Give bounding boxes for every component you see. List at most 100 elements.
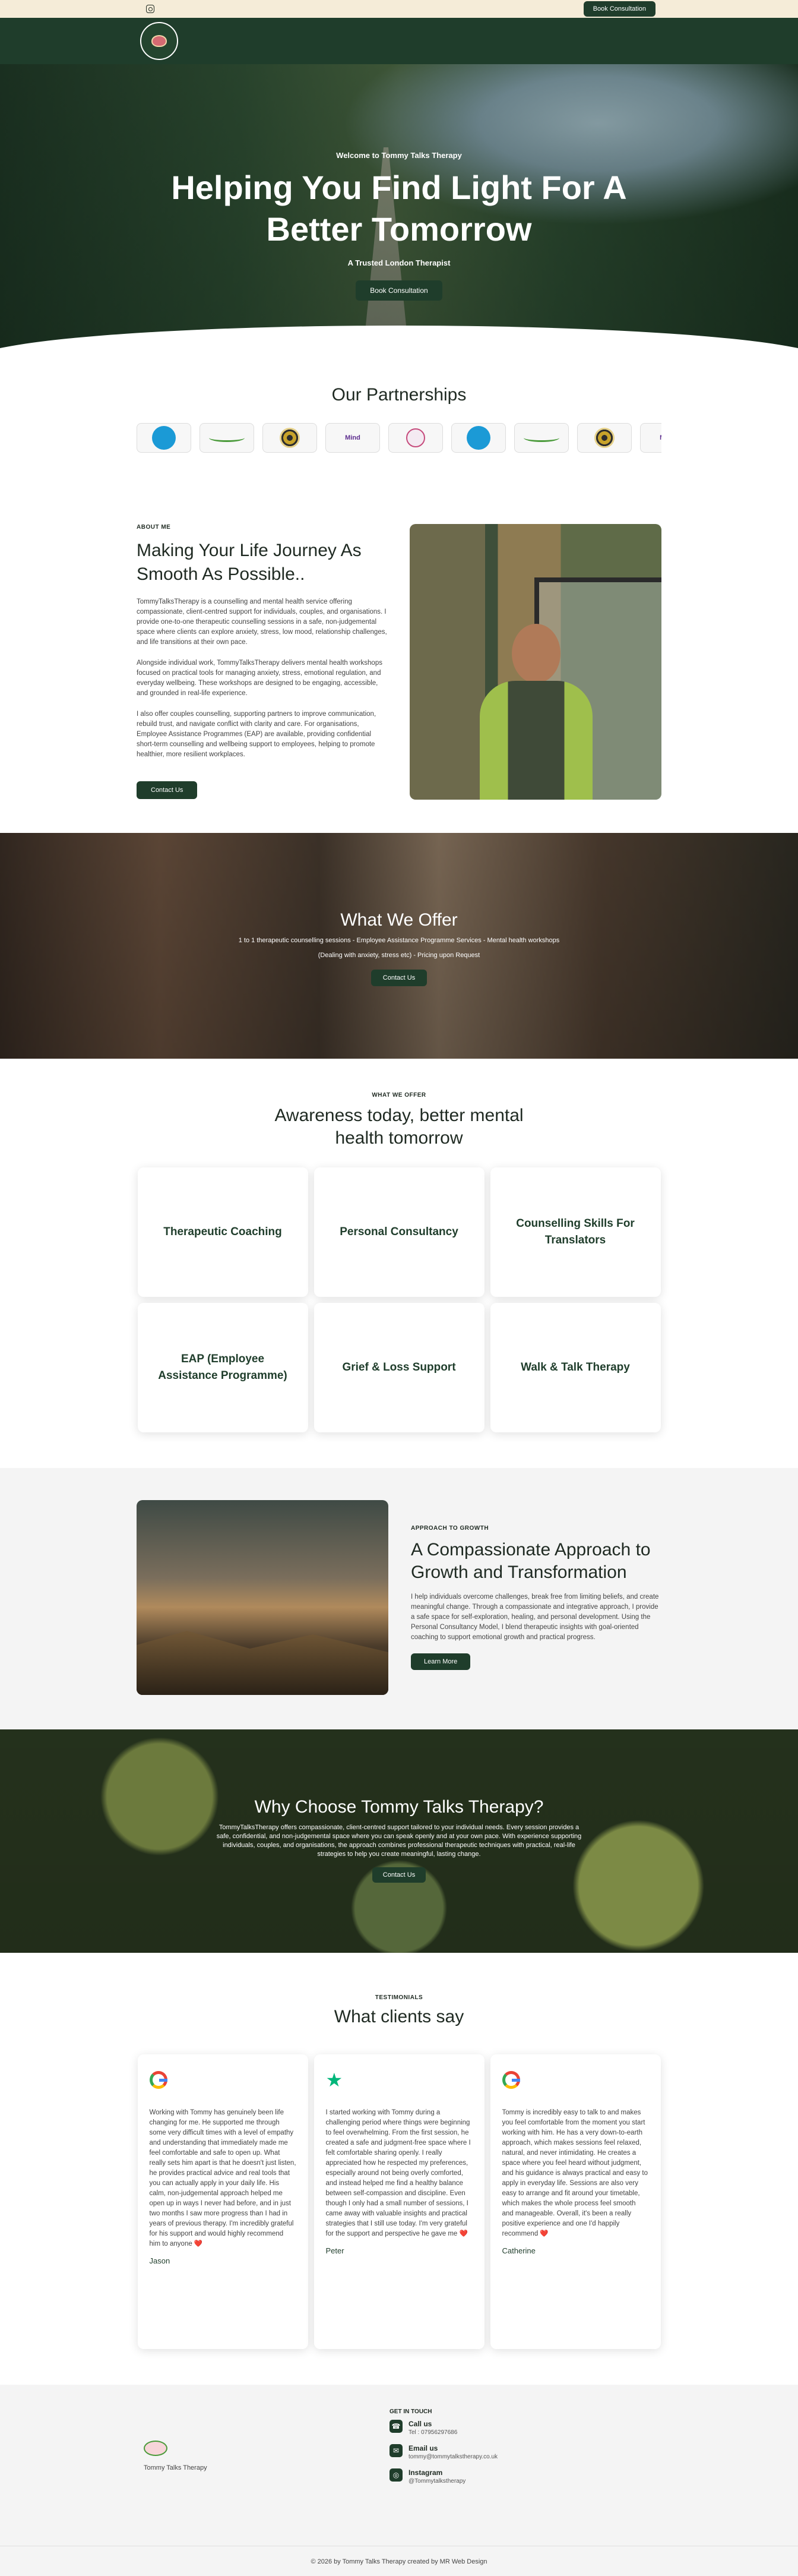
about-paragraph: Alongside individual work, TommyTalksThe… xyxy=(137,659,382,697)
testimonial-card: ★ I started working with Tommy during a … xyxy=(314,2054,484,2349)
footer-contact: GET IN TOUCH ☎ Call us Tel : 07956297686 … xyxy=(390,2408,498,2493)
service-card[interactable]: Therapeutic Coaching xyxy=(137,1167,308,1297)
therapist-head-image xyxy=(512,624,560,683)
hero-wave-divider xyxy=(0,326,798,361)
brain-logo-icon xyxy=(144,2441,167,2456)
partner-logo xyxy=(137,423,191,453)
testimonials-eyebrow: TESTIMONIALS xyxy=(375,1994,423,2001)
target-logo-icon xyxy=(594,428,615,448)
testimonial-text: I started working with Tommy during a ch… xyxy=(325,2109,471,2237)
contact-value: @Tommytalkstherapy xyxy=(408,2478,466,2485)
partner-logo-carousel: Mind Mind xyxy=(137,423,661,453)
site-logo[interactable] xyxy=(140,22,178,60)
footer-brand-name: Tommy Talks Therapy xyxy=(144,2464,207,2471)
about-title: Making Your Life Journey As Smooth As Po… xyxy=(137,541,362,584)
testimonial-card: Tommy is incredibly easy to talk to and … xyxy=(490,2054,661,2349)
google-icon xyxy=(149,2071,167,2089)
partner-logo xyxy=(514,423,569,453)
service-card[interactable]: Counselling Skills For Translators xyxy=(490,1167,661,1297)
offer-title: What We Offer xyxy=(340,910,458,930)
approach-title: A Compassionate Approach to Growth and T… xyxy=(411,1540,651,1582)
partner-logo xyxy=(451,423,506,453)
about-eyebrow: ABOUT ME xyxy=(137,524,171,531)
about-paragraph: I also offer couples counselling, suppor… xyxy=(137,711,376,758)
learn-more-button[interactable]: Learn More xyxy=(411,1653,471,1670)
partnerships-title: Our Partnerships xyxy=(331,385,467,405)
hero-title: Helping You Find Light For A Better Tomo… xyxy=(171,169,627,248)
contact-call[interactable]: ☎ Call us Tel : 07956297686 xyxy=(390,2420,498,2436)
partner-logo xyxy=(262,423,317,453)
book-consultation-button[interactable]: Book Consultation xyxy=(583,1,656,17)
ribbon-logo-icon xyxy=(209,434,245,442)
contact-instagram[interactable]: ◎ Instagram @Tommytalkstherapy xyxy=(390,2468,498,2485)
service-card[interactable]: EAP (Employee Assistance Programme) xyxy=(137,1303,308,1432)
testimonials-grid: Working with Tommy has genuinely been li… xyxy=(0,2054,798,2349)
testimonial-card: Working with Tommy has genuinely been li… xyxy=(137,2054,308,2349)
services-section: WHAT WE OFFER Awareness today, better me… xyxy=(0,1059,798,1468)
approach-body: I help individuals overcome challenges, … xyxy=(411,1593,659,1641)
testimonial-author: Jason xyxy=(149,2256,170,2265)
partner-logo xyxy=(200,423,254,453)
testimonials-section: TESTIMONIALS What clients say Working wi… xyxy=(0,1953,798,2385)
footer-brand: Tommy Talks Therapy xyxy=(144,2441,207,2471)
service-card[interactable]: Walk & Talk Therapy xyxy=(490,1303,661,1432)
hero-pre-title: Welcome to Tommy Talks Therapy xyxy=(336,151,462,160)
main-nav xyxy=(0,18,798,64)
hero-book-button[interactable]: Book Consultation xyxy=(356,280,442,301)
offer-line: (Dealing with anxiety, stress etc) - Pri… xyxy=(318,952,480,959)
about-paragraph: TommyTalksTherapy is a counselling and m… xyxy=(137,598,387,646)
testimonials-title: What clients say xyxy=(334,2007,464,2026)
why-body: TommyTalksTherapy offers compassionate, … xyxy=(216,1824,582,1858)
google-icon xyxy=(502,2071,520,2089)
why-choose-banner: Why Choose Tommy Talks Therapy? TommyTal… xyxy=(0,1729,798,1953)
therapist-photo xyxy=(410,524,661,800)
contact-label: Email us xyxy=(408,2444,438,2452)
what-we-offer-banner: What We Offer 1 to 1 therapeutic counsel… xyxy=(0,833,798,1059)
contact-label: Instagram xyxy=(408,2468,443,2477)
top-bar: Book Consultation xyxy=(0,0,798,18)
footer: Tommy Talks Therapy GET IN TOUCH ☎ Call … xyxy=(0,2385,798,2576)
sunset-field-photo xyxy=(137,1500,388,1695)
partner-logo-mind: Mind xyxy=(325,423,380,453)
approach-section: APPROACH TO GROWTH A Compassionate Appro… xyxy=(0,1468,798,1729)
contact-email[interactable]: ✉ Email us tommy@tommytalkstherapy.co.uk xyxy=(390,2444,498,2460)
service-card[interactable]: Personal Consultancy xyxy=(314,1167,484,1297)
target-logo-icon xyxy=(280,428,300,448)
services-title: Awareness today, better mental health to… xyxy=(274,1106,524,1148)
ribbon-logo-icon xyxy=(524,434,559,442)
services-grid: Therapeutic Coaching Personal Consultanc… xyxy=(0,1167,798,1432)
testimonial-author: Catherine xyxy=(502,2246,536,2255)
instagram-icon[interactable] xyxy=(146,5,154,13)
partner-logo xyxy=(577,423,632,453)
offer-contact-button[interactable]: Contact Us xyxy=(370,970,428,986)
brain-logo-icon xyxy=(151,35,167,47)
why-title: Why Choose Tommy Talks Therapy? xyxy=(254,1797,544,1817)
approach-eyebrow: APPROACH TO GROWTH xyxy=(411,1525,489,1532)
copyright: © 2026 by Tommy Talks Therapy created by… xyxy=(311,2558,487,2565)
trustpilot-star-icon: ★ xyxy=(325,2069,343,2091)
crest-logo-icon xyxy=(406,428,425,447)
hero: Welcome to Tommy Talks Therapy Helping Y… xyxy=(0,64,798,361)
contact-label: Call us xyxy=(408,2420,432,2428)
service-card[interactable]: Grief & Loss Support xyxy=(314,1303,484,1432)
about-contact-button[interactable]: Contact Us xyxy=(137,781,198,799)
email-icon: ✉ xyxy=(390,2444,403,2457)
testimonial-text: Working with Tommy has genuinely been li… xyxy=(149,2109,296,2247)
services-eyebrow: WHAT WE OFFER xyxy=(372,1092,426,1098)
why-contact-button[interactable]: Contact Us xyxy=(372,1867,426,1883)
nhs-talking-therapies-logo-icon xyxy=(467,426,490,450)
hero-subtitle: A Trusted London Therapist xyxy=(347,258,451,267)
contact-title: GET IN TOUCH xyxy=(390,2408,432,2415)
nhs-talking-therapies-logo-icon xyxy=(152,426,176,450)
about-section: ABOUT ME Making Your Life Journey As Smo… xyxy=(0,482,798,833)
instagram-icon: ◎ xyxy=(390,2468,403,2482)
phone-icon: ☎ xyxy=(390,2420,403,2433)
contact-value: tommy@tommytalkstherapy.co.uk xyxy=(408,2454,498,2460)
therapist-body-image xyxy=(480,681,593,800)
offer-line: 1 to 1 therapeutic counselling sessions … xyxy=(238,937,560,944)
grass-image xyxy=(137,1631,388,1695)
contact-value: Tel : 07956297686 xyxy=(408,2429,458,2436)
partner-logo xyxy=(388,423,443,453)
partnerships-section: Our Partnerships Mind Mind xyxy=(0,361,798,482)
testimonial-text: Tommy is incredibly easy to talk to and … xyxy=(502,2109,648,2237)
